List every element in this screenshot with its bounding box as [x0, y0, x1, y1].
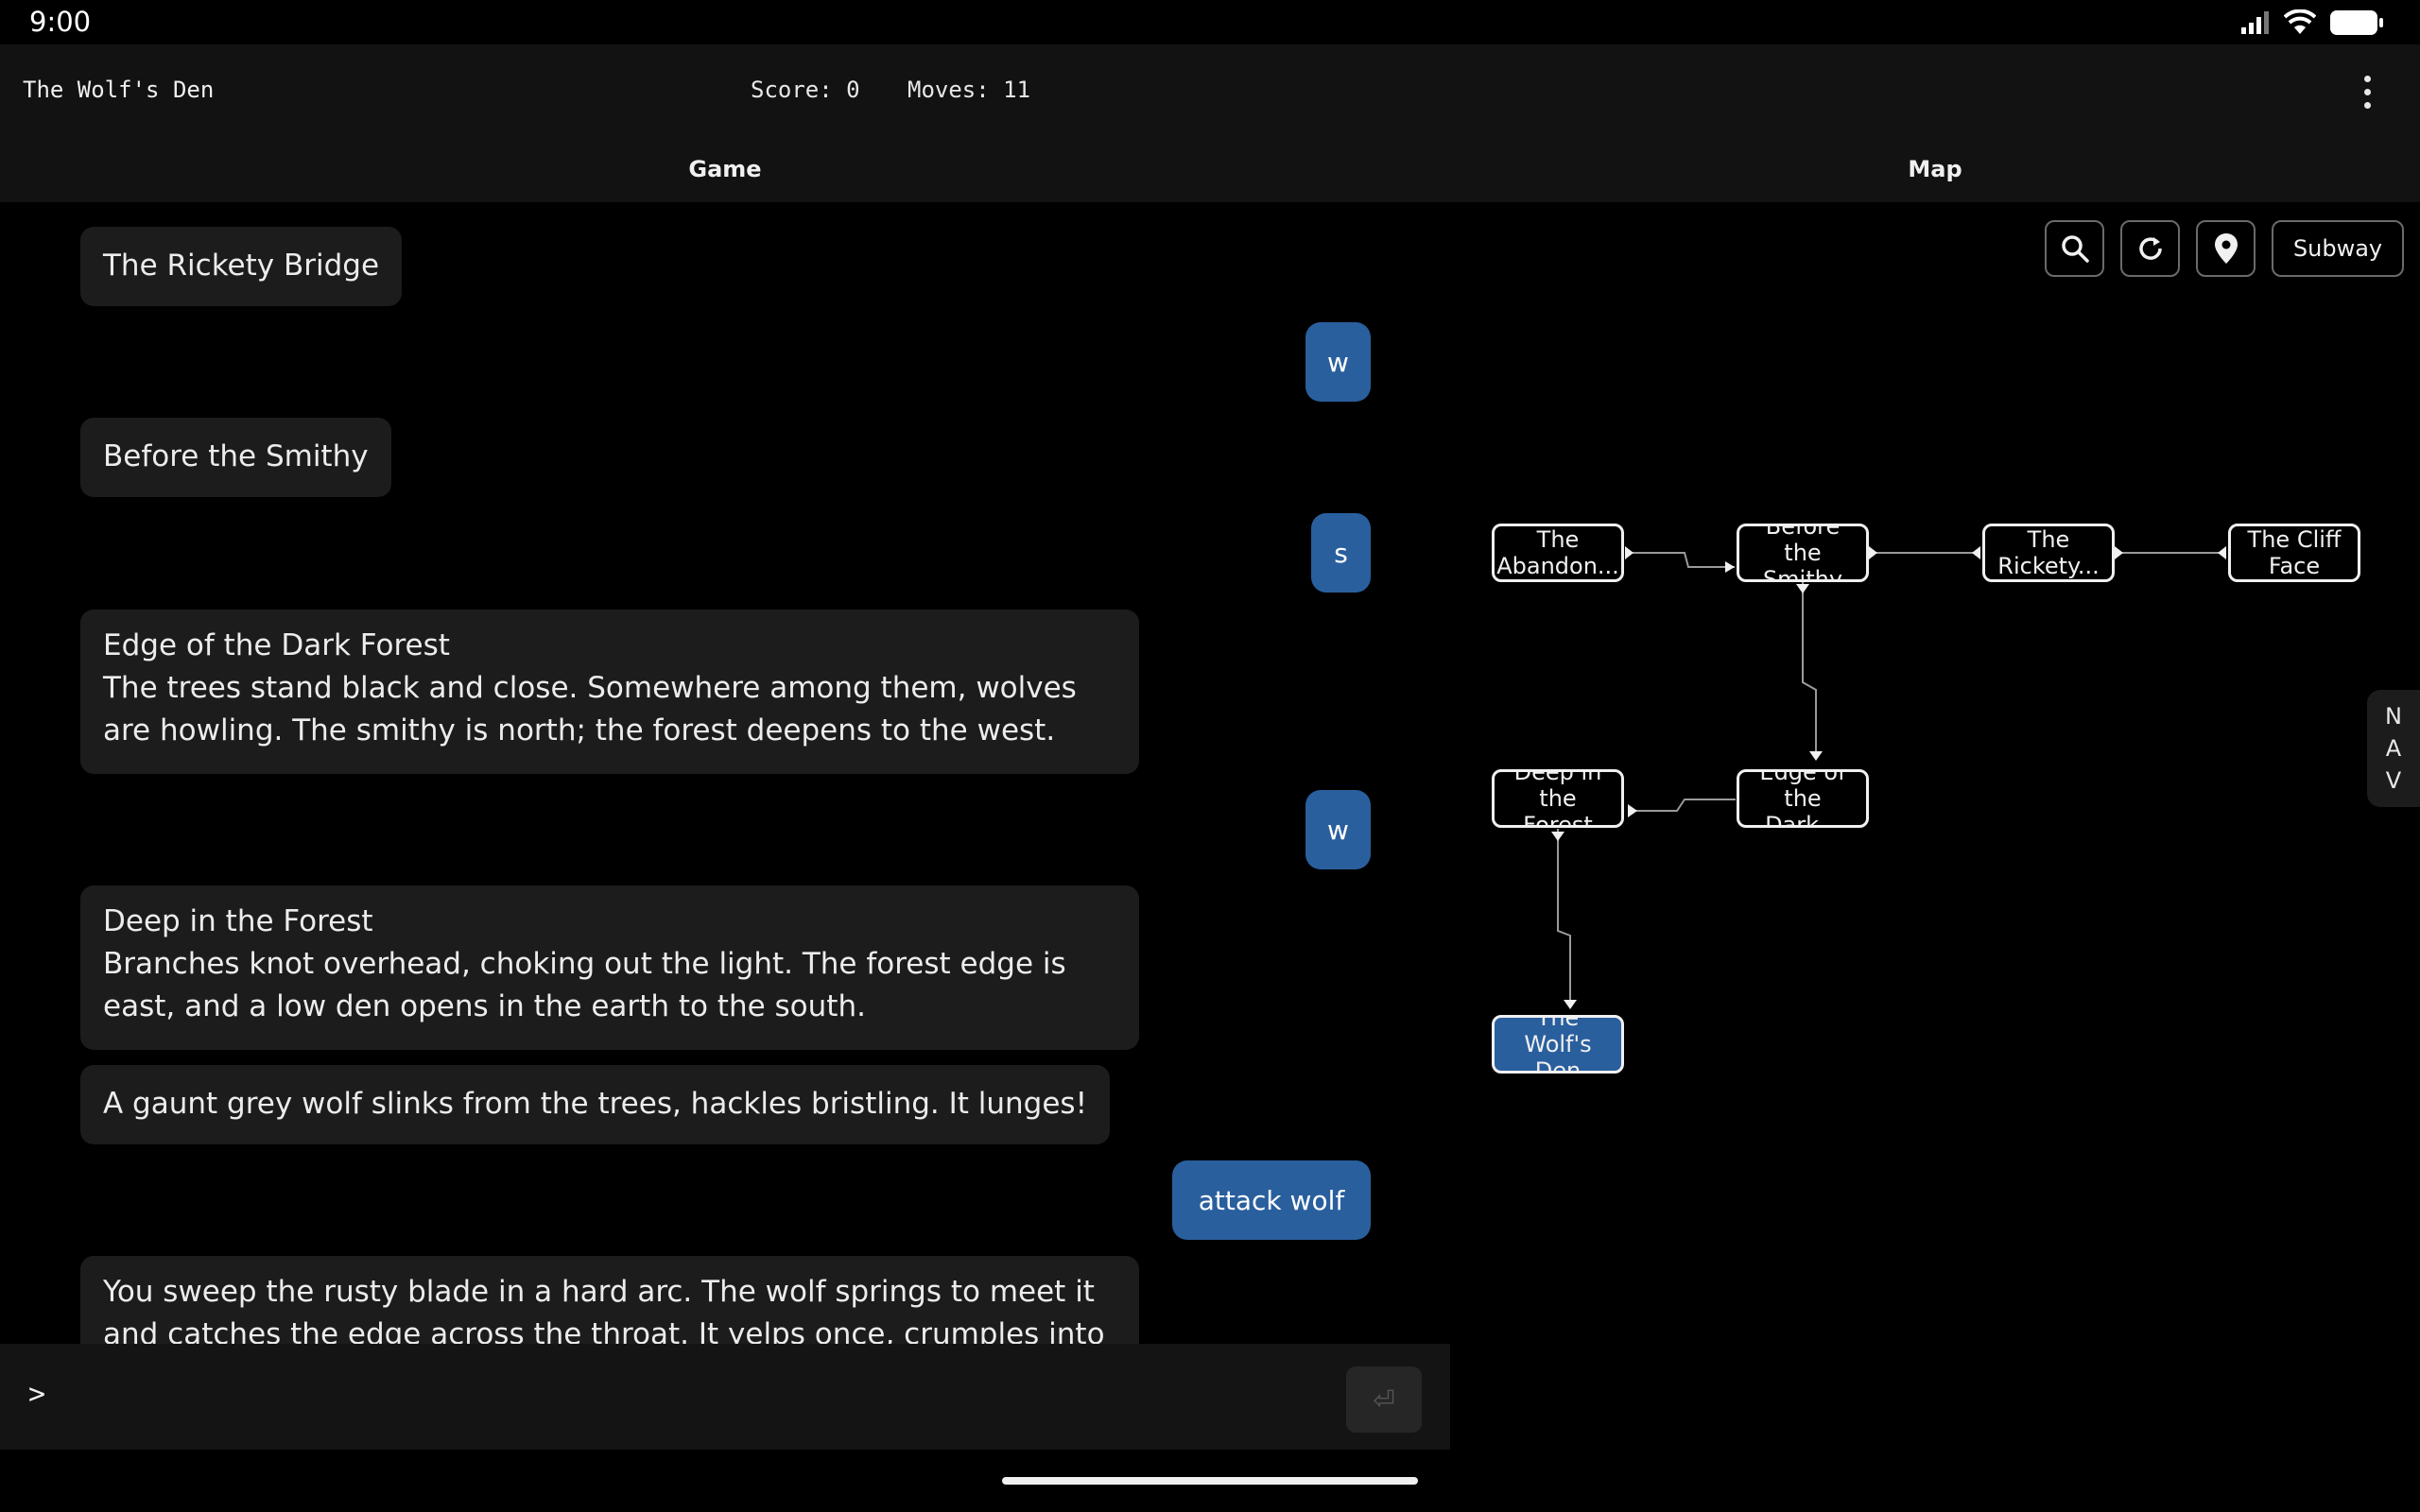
- map-room-deep-forest[interactable]: Deep in the Forest: [1492, 769, 1624, 828]
- room-message: The Rickety Bridge: [80, 227, 403, 306]
- search-icon: [2061, 235, 2089, 263]
- prompt-symbol: >: [28, 1378, 46, 1411]
- map-room-rickety-bridge[interactable]: The Rickety...: [1982, 524, 2115, 582]
- room-label: The: [2027, 526, 2070, 553]
- event-message: A gaunt grey wolf slinks from the trees,…: [80, 1065, 1110, 1144]
- map-room-edge-dark-forest[interactable]: Edge of the Dark...: [1737, 769, 1869, 828]
- command-input[interactable]: [66, 1368, 1318, 1427]
- room-message: Before the Smithy: [80, 418, 391, 497]
- tab-game[interactable]: Game: [0, 136, 1450, 202]
- battery-icon: [2330, 10, 2383, 35]
- game-title: The Wolf's Den: [23, 77, 215, 103]
- enter-icon: ⏎: [1373, 1383, 1395, 1416]
- command-bubble: s: [1311, 513, 1371, 593]
- room-label: Before the: [1765, 524, 1841, 566]
- wifi-icon: [2284, 9, 2316, 34]
- command-bubble: w: [1305, 790, 1371, 869]
- nav-letter: N: [2385, 703, 2402, 730]
- app-header: The Wolf's Den Score: 0 Moves: 11: [0, 44, 2420, 136]
- status-time: 9:00: [29, 6, 92, 38]
- room-description: Edge of the Dark Forest The trees stand …: [80, 610, 1139, 774]
- game-transcript[interactable]: The Rickety Bridge w Before the Smithy s…: [0, 202, 1450, 1344]
- map-locate-button[interactable]: [2196, 220, 2256, 277]
- room-label: Den: [1534, 1057, 1582, 1074]
- map-refresh-button[interactable]: [2120, 220, 2180, 277]
- room-label: Smithy: [1762, 566, 1843, 582]
- room-label: Abandon...: [1496, 553, 1619, 579]
- room-label: Rickety...: [1997, 553, 2100, 579]
- room-label: the Dark...: [1765, 785, 1841, 828]
- nav-letter: A: [2385, 735, 2402, 762]
- map-room-cliff-face[interactable]: The Cliff Face: [2228, 524, 2360, 582]
- room-description: Deep in the Forest Branches knot overhea…: [80, 885, 1139, 1050]
- moves-display: Moves: 11: [908, 77, 1031, 103]
- room-title: Deep in the Forest: [103, 904, 373, 938]
- room-label: The Cliff: [2247, 526, 2342, 553]
- room-label: Edge of: [1759, 769, 1846, 785]
- room-text: The trees stand black and close. Somewhe…: [103, 671, 1077, 747]
- tab-map[interactable]: Map: [1450, 136, 2420, 202]
- room-label: Face: [2268, 553, 2321, 579]
- subway-view-button[interactable]: Subway: [2272, 220, 2404, 277]
- status-bar: 9:00: [0, 0, 2420, 44]
- location-pin-icon: [2214, 233, 2238, 264]
- map-room-wolfs-den-current[interactable]: The Wolf's Den: [1492, 1015, 1624, 1074]
- refresh-icon: [2138, 237, 2162, 260]
- more-options-icon[interactable]: [2348, 68, 2386, 115]
- nav-letter: V: [2385, 767, 2402, 794]
- room-text: Branches knot overhead, choking out the …: [103, 947, 1066, 1023]
- room-title: Edge of the Dark Forest: [103, 628, 450, 662]
- room-label: the Forest: [1523, 785, 1593, 828]
- event-message: You sweep the rusty blade in a hard arc.…: [80, 1256, 1139, 1344]
- command-input-bar: > ⏎: [0, 1344, 1450, 1450]
- cellular-signal-icon: [2241, 11, 2269, 34]
- command-bubble: attack wolf: [1172, 1160, 1371, 1240]
- room-label: The Wolf's: [1524, 1015, 1592, 1057]
- map-room-before-smithy[interactable]: Before the Smithy: [1737, 524, 1869, 582]
- room-label: Deep in: [1513, 769, 1602, 785]
- nav-drawer-tab[interactable]: N A V: [2367, 690, 2420, 807]
- score-display: Score: 0: [751, 77, 860, 103]
- status-icons: [2240, 9, 2384, 36]
- home-indicator[interactable]: [1002, 1477, 1418, 1485]
- map-room-abandoned[interactable]: The Abandon...: [1492, 524, 1624, 582]
- room-label: The: [1536, 526, 1580, 553]
- command-bubble: w: [1305, 322, 1371, 402]
- map-search-button[interactable]: [2045, 220, 2104, 277]
- submit-button[interactable]: ⏎: [1346, 1366, 1422, 1433]
